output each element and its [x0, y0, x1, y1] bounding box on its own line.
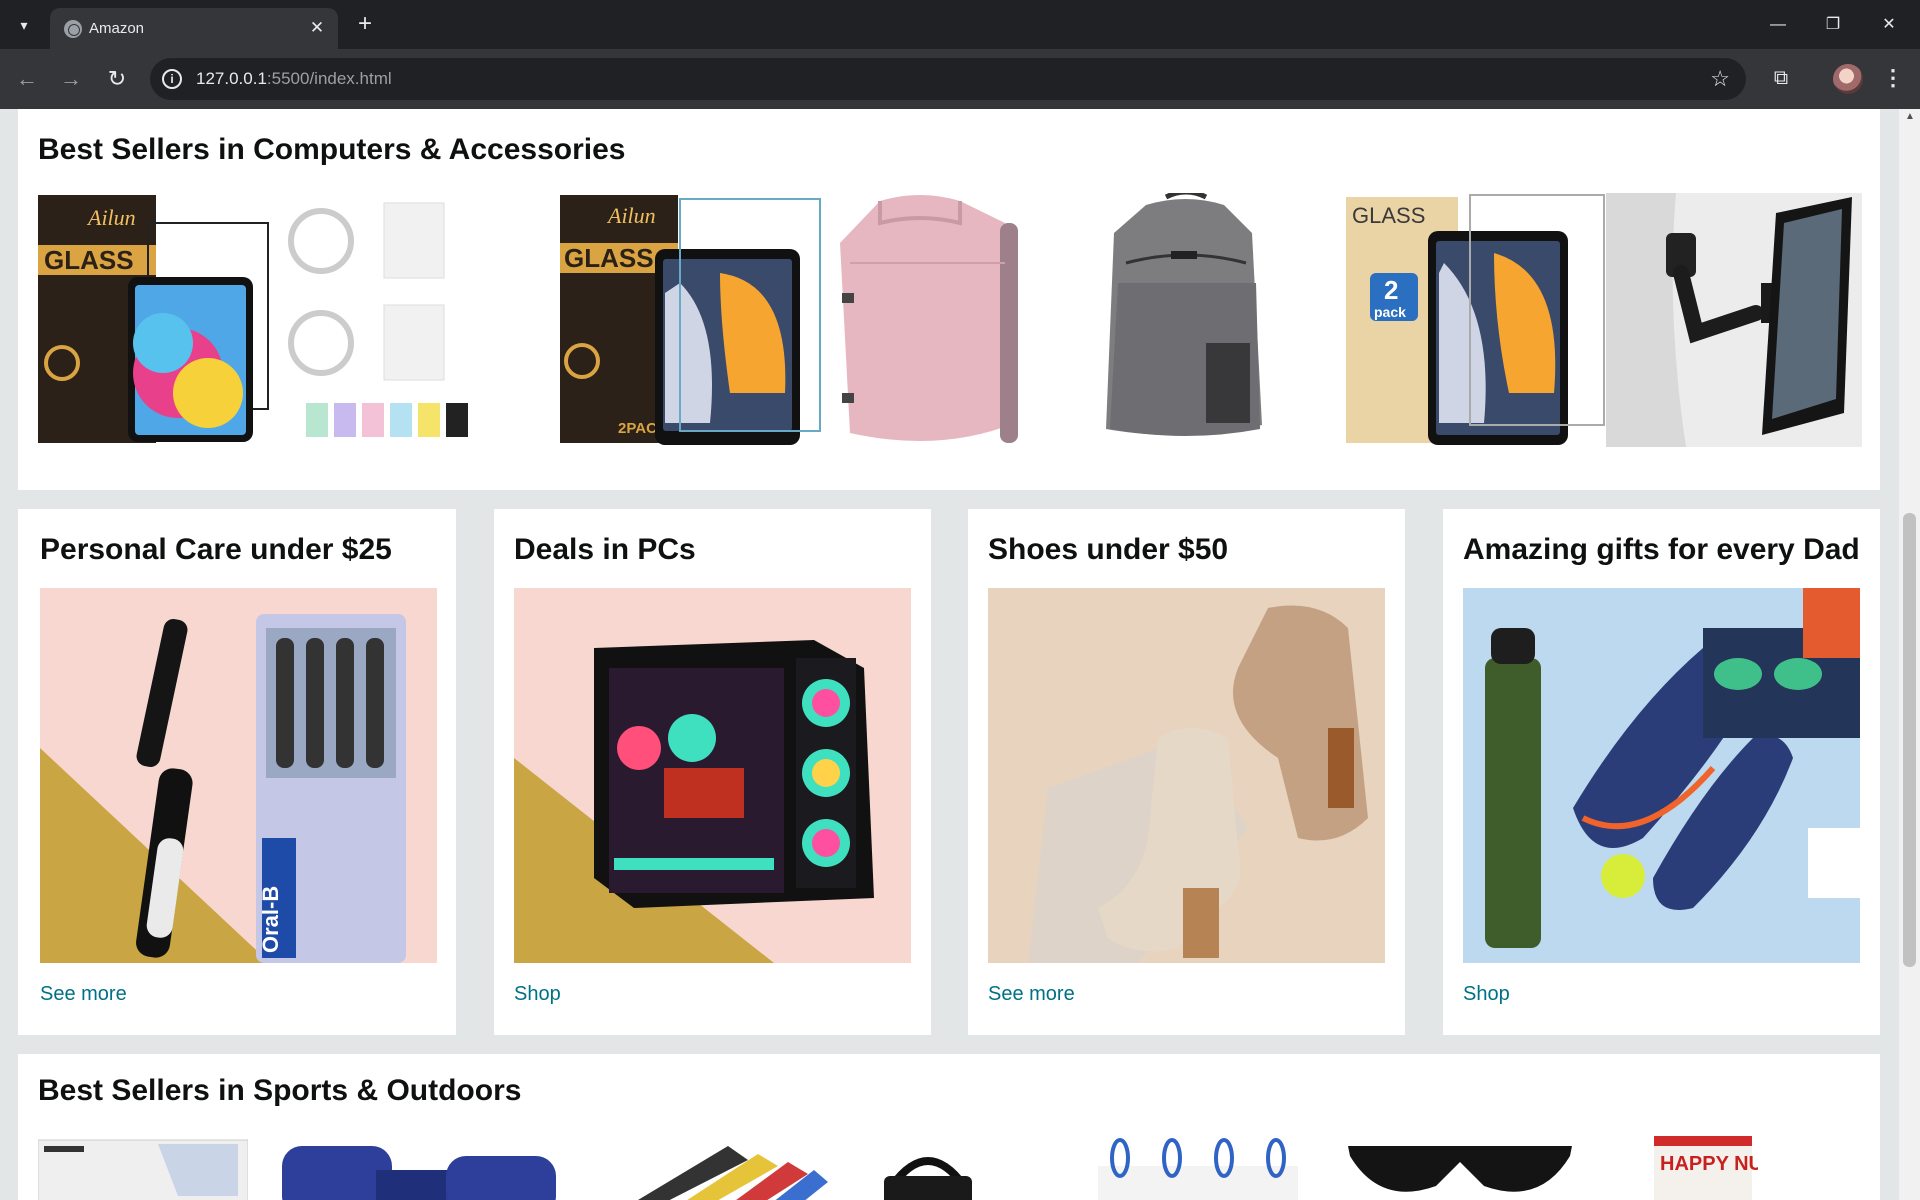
- reload-icon[interactable]: ↻: [104, 66, 130, 92]
- browser-toolbar: ← → ↻ i 127.0.0.1:5500/index.html ☆ ⧉ ⋮: [0, 49, 1920, 109]
- restore-icon[interactable]: ❐: [1810, 8, 1856, 42]
- product-sunglasses[interactable]: [1344, 1136, 1576, 1200]
- ailun-brand: Ailun: [86, 205, 136, 230]
- tab-bar: ▾ Amazon ✕ + — ❐ ✕: [0, 0, 1920, 49]
- happy-nuts-label: HAPPY NUTS: [1660, 1153, 1758, 1175]
- card-shoes-under-50: Shoes under $50 See more: [968, 509, 1405, 1035]
- bookmark-star-icon[interactable]: ☆: [1710, 66, 1730, 92]
- tab-title: Amazon: [89, 20, 145, 37]
- ailun-brand: Ailun: [606, 203, 656, 228]
- product-training-kit[interactable]: [38, 1136, 248, 1200]
- globe-icon: [64, 20, 82, 38]
- card-title: Shoes under $50: [988, 533, 1229, 566]
- scroll-up-arrow-icon[interactable]: ▲: [1905, 111, 1915, 122]
- new-tab-plus-icon[interactable]: +: [352, 11, 378, 37]
- back-arrow-icon[interactable]: ←: [14, 66, 40, 92]
- scrollbar-thumb[interactable]: [1903, 513, 1916, 967]
- see-more-link[interactable]: See more: [988, 983, 1075, 1006]
- sports-bestsellers-card: Best Sellers in Sports & Outdoors HAPPY …: [18, 1054, 1880, 1200]
- page-scrollbar[interactable]: ▲: [1899, 109, 1920, 1200]
- glass-label: GLASS: [1352, 203, 1425, 228]
- gifts-for-dad-image[interactable]: [1463, 588, 1860, 963]
- minimize-icon[interactable]: —: [1755, 8, 1801, 42]
- product-happy-nuts[interactable]: HAPPY NUTS: [1648, 1136, 1758, 1200]
- section-title: Best Sellers in Sports & Outdoors: [38, 1074, 522, 1107]
- glass-label: GLASS: [44, 245, 134, 275]
- product-screen-protector-and-chargers[interactable]: GLASS Ailun: [38, 193, 516, 447]
- card-deals-in-pcs: Deals in PCs Shop: [494, 509, 931, 1035]
- profile-avatar[interactable]: [1833, 64, 1863, 94]
- shoes-image[interactable]: [988, 588, 1385, 963]
- pc-deals-image[interactable]: [514, 588, 911, 963]
- shop-link[interactable]: Shop: [514, 983, 561, 1006]
- product-glass-protector-2-pack[interactable]: GLASS 2 pack: [1344, 193, 1606, 447]
- product-blue-dumbbell[interactable]: [276, 1136, 566, 1200]
- computers-bestsellers-card: Best Sellers in Computers & Accessories …: [18, 109, 1880, 490]
- product-resistance-bands[interactable]: [618, 1136, 838, 1200]
- tab-list-chevron-down-icon[interactable]: ▾: [12, 13, 36, 37]
- glass-label: GLASS: [564, 243, 654, 273]
- url-text[interactable]: 127.0.0.1:5500/index.html: [196, 69, 392, 89]
- oral-b-label: Oral-B: [258, 886, 283, 953]
- card-title: Amazing gifts for every Dad: [1463, 533, 1860, 566]
- forward-arrow-icon[interactable]: →: [58, 66, 84, 92]
- site-info-icon[interactable]: i: [162, 69, 182, 89]
- browser-tab[interactable]: Amazon ✕: [50, 8, 338, 49]
- product-pink-travel-backpack[interactable]: [820, 193, 1032, 447]
- product-water-bottle-lid[interactable]: [878, 1136, 978, 1200]
- extensions-puzzle-icon[interactable]: ⧉: [1768, 65, 1794, 91]
- product-car-tablet-mount[interactable]: [1606, 193, 1862, 447]
- address-bar[interactable]: i 127.0.0.1:5500/index.html ☆: [150, 58, 1746, 100]
- section-title: Best Sellers in Computers & Accessories: [38, 133, 626, 166]
- card-title: Deals in PCs: [514, 533, 696, 566]
- personal-care-image[interactable]: Oral-B: [40, 588, 437, 963]
- tab-close-icon[interactable]: ✕: [306, 17, 328, 39]
- two-pack-badge: 2: [1384, 275, 1398, 305]
- card-title: Personal Care under $25: [40, 533, 392, 566]
- product-carabiner-set[interactable]: [1098, 1136, 1298, 1200]
- menu-dots-icon[interactable]: ⋮: [1882, 65, 1904, 91]
- product-tablet-glass-protector[interactable]: GLASS Ailun 2PACK: [560, 193, 822, 447]
- page-viewport: Best Sellers in Computers & Accessories …: [0, 109, 1920, 1200]
- shop-link[interactable]: Shop: [1463, 983, 1510, 1006]
- window-close-icon[interactable]: ✕: [1866, 8, 1912, 42]
- product-gray-laptop-backpack[interactable]: [1076, 193, 1288, 447]
- card-personal-care: Personal Care under $25 Oral-B See more: [18, 509, 456, 1035]
- pack-label: pack: [1374, 304, 1406, 320]
- see-more-link[interactable]: See more: [40, 983, 127, 1006]
- card-gifts-for-dad: Amazing gifts for every Dad Shop: [1443, 509, 1880, 1035]
